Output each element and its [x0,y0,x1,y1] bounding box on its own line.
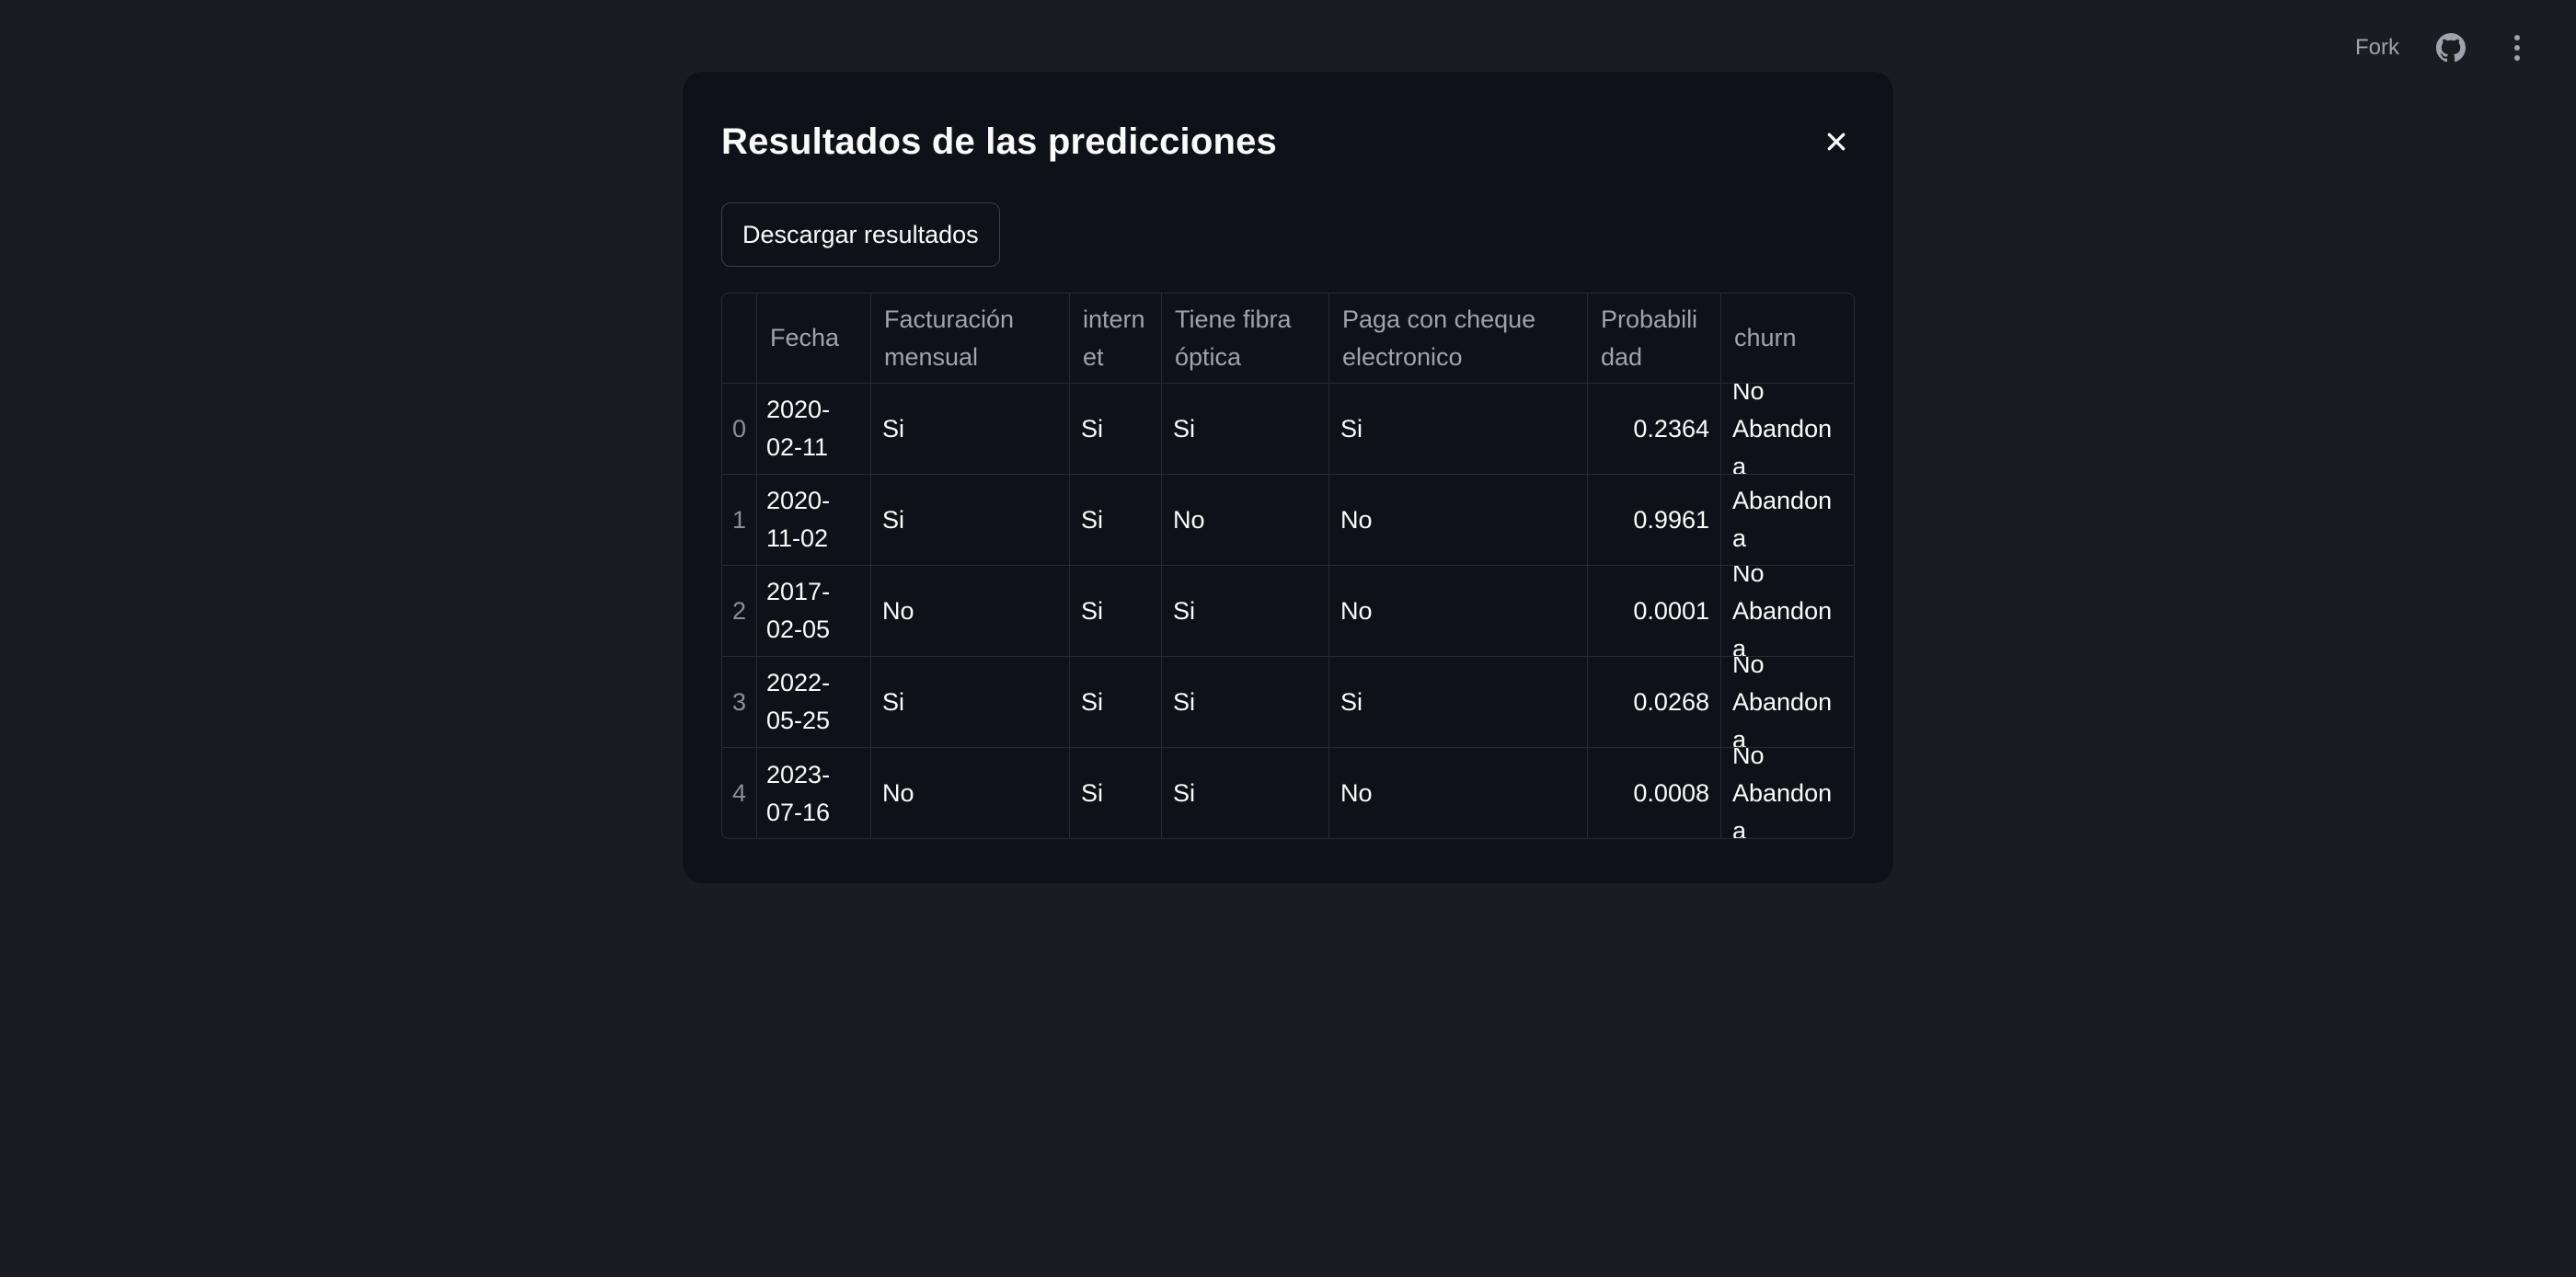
cell-churn[interactable]: No Abandona [1721,566,1854,657]
column-header-cheque[interactable]: Paga con cheque electronico [1329,293,1588,384]
download-results-button[interactable]: Descargar resultados [721,202,1000,267]
kebab-dot [2514,35,2520,40]
table-grid: Fecha Facturación mensual intern et Tien… [722,293,1854,838]
cell-cheque[interactable]: Si [1329,384,1588,475]
cell-fecha[interactable]: 2022-05-25 [757,657,871,748]
row-index: 0 [722,384,757,475]
top-toolbar: Fork [2355,33,2532,63]
column-header-facturacion[interactable]: Facturación mensual [871,293,1070,384]
cell-internet[interactable]: Si [1070,475,1162,566]
row-index: 1 [722,475,757,566]
row-index: 2 [722,566,757,657]
row-index: 3 [722,657,757,748]
predictions-table[interactable]: Fecha Facturación mensual intern et Tien… [721,293,1855,839]
cell-fibra[interactable]: Si [1162,566,1329,657]
cell-churn[interactable]: No Abandona [1721,657,1854,748]
cell-facturacion[interactable]: No [871,748,1070,838]
cell-fecha[interactable]: 2023-07-16 [757,748,871,838]
close-icon[interactable] [1816,121,1857,162]
column-header-fecha[interactable]: Fecha [757,293,871,384]
cell-probabilidad[interactable]: 0.9961 [1588,475,1721,566]
cell-churn[interactable]: No Abandona [1721,748,1854,838]
cell-fibra[interactable]: Si [1162,384,1329,475]
column-header-fibra[interactable]: Tiene fibra óptica [1162,293,1329,384]
kebab-dot [2514,55,2520,61]
row-index: 4 [722,748,757,838]
cell-cheque[interactable]: Si [1329,657,1588,748]
cell-facturacion[interactable]: Si [871,475,1070,566]
results-dialog: Resultados de las predicciones Descargar… [683,72,1893,883]
cell-internet[interactable]: Si [1070,748,1162,838]
cell-probabilidad[interactable]: 0.0001 [1588,566,1721,657]
column-header-churn[interactable]: churn [1721,293,1854,384]
cell-fibra[interactable]: No [1162,475,1329,566]
cell-cheque[interactable]: No [1329,566,1588,657]
cell-fecha[interactable]: 2020-11-02 [757,475,871,566]
cell-facturacion[interactable]: No [871,566,1070,657]
cell-facturacion[interactable]: Si [871,384,1070,475]
cell-probabilidad[interactable]: 0.2364 [1588,384,1721,475]
column-header-index[interactable] [722,293,757,384]
kebab-dot [2514,45,2520,51]
kebab-menu-icon[interactable] [2502,33,2532,63]
cell-internet[interactable]: Si [1070,566,1162,657]
dialog-header: Resultados de las predicciones [721,110,1855,173]
github-icon[interactable] [2436,33,2466,63]
cell-fibra[interactable]: Si [1162,748,1329,838]
cell-internet[interactable]: Si [1070,384,1162,475]
cell-cheque[interactable]: No [1329,475,1588,566]
column-header-probabilidad[interactable]: Probabili dad [1588,293,1721,384]
column-header-internet[interactable]: intern et [1070,293,1162,384]
cell-facturacion[interactable]: Si [871,657,1070,748]
cell-fibra[interactable]: Si [1162,657,1329,748]
cell-churn[interactable]: No Abandona [1721,384,1854,475]
cell-internet[interactable]: Si [1070,657,1162,748]
cell-fecha[interactable]: 2020-02-11 [757,384,871,475]
fork-link[interactable]: Fork [2355,35,2399,61]
cell-probabilidad[interactable]: 0.0268 [1588,657,1721,748]
app-background: Fork Resultados de las predicciones Desc… [0,0,2576,1277]
cell-fecha[interactable]: 2017-02-05 [757,566,871,657]
cell-cheque[interactable]: No [1329,748,1588,838]
cell-probabilidad[interactable]: 0.0008 [1588,748,1721,838]
dialog-title: Resultados de las predicciones [721,121,1277,162]
cell-churn[interactable]: Abandona [1721,475,1854,566]
